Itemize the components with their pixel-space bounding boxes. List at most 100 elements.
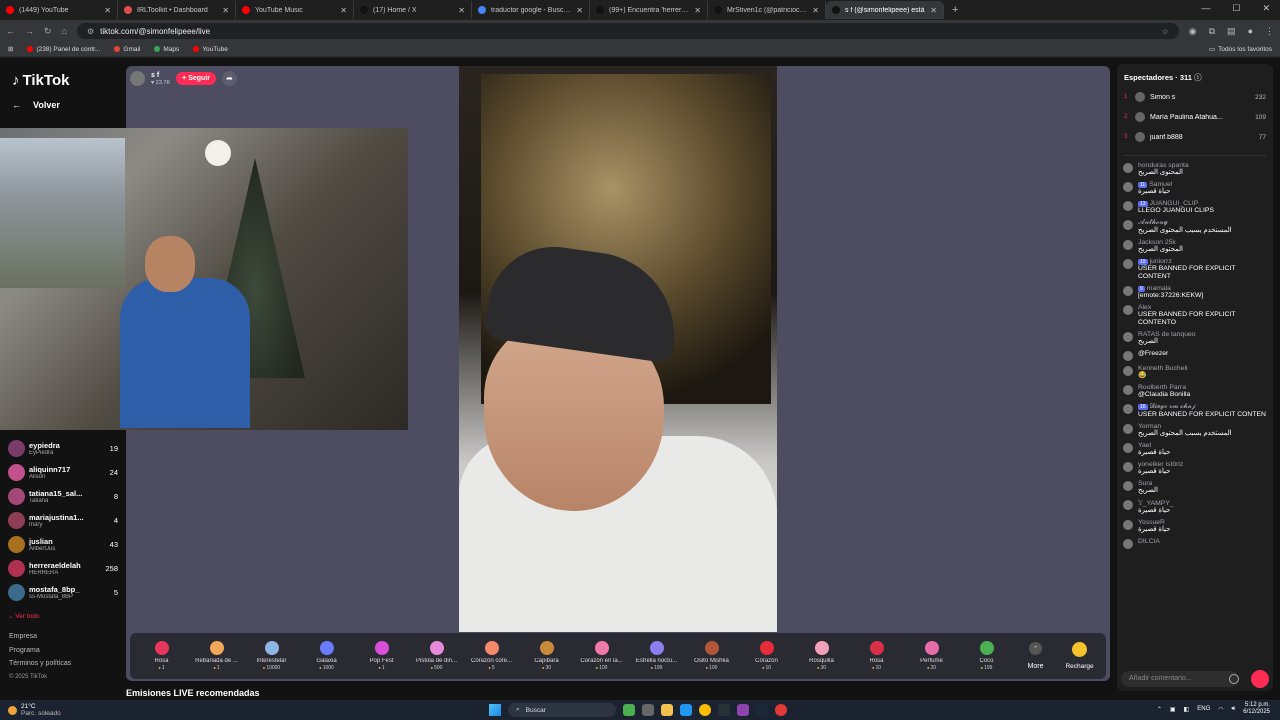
chat-username[interactable]: RATAS de tanqueo: [1138, 331, 1267, 338]
recording-app-icon[interactable]: [775, 704, 787, 716]
comment-input[interactable]: Añadir comentario...: [1121, 671, 1239, 687]
close-tab-icon[interactable]: ✕: [458, 6, 465, 15]
gift-item[interactable]: Rosa10: [849, 641, 904, 671]
info-icon[interactable]: ⓘ: [1194, 73, 1202, 82]
chat-username[interactable]: yoneiker istöriz: [1138, 461, 1267, 468]
chat-username[interactable]: 11 Samuel: [1138, 181, 1267, 188]
url-input[interactable]: ⚙ tiktok.com/@simonfelipeee/live ☆: [76, 23, 1179, 39]
weather-widget[interactable]: 21°C Parc. soleado: [0, 703, 61, 717]
edge-icon[interactable]: [680, 704, 692, 716]
chat-username[interactable]: honduras spanta: [1138, 162, 1267, 169]
terminal-icon[interactable]: [718, 704, 730, 716]
windows-start-icon[interactable]: [489, 704, 501, 716]
back-button[interactable]: ← Volver: [12, 100, 60, 110]
chat-username[interactable]: YossueR: [1138, 519, 1267, 526]
viewer-row[interactable]: aliquinn717 Alison 24: [0, 460, 126, 484]
extensions-puzzle-icon[interactable]: ⧉: [1209, 26, 1215, 37]
recharge-button[interactable]: Recharge: [1057, 642, 1102, 670]
chat-username[interactable]: Yael: [1138, 442, 1267, 449]
chat-avatar[interactable]: [1123, 539, 1133, 549]
follow-button[interactable]: + Seguir: [176, 72, 216, 85]
gift-item[interactable]: Pistola de din...500: [409, 641, 464, 671]
gift-item[interactable]: Galaxia1000: [299, 641, 354, 671]
viewer-row[interactable]: juslian AllbertJus 43: [0, 532, 126, 556]
gift-item[interactable]: Corazón10: [739, 641, 794, 671]
chat-username[interactable]: Kenneth Bucheli: [1138, 365, 1267, 372]
sidebar-icon[interactable]: ▤: [1227, 26, 1236, 37]
top-viewer-row[interactable]: 1 Simon s 232: [1117, 87, 1273, 107]
chat-avatar[interactable]: [1123, 286, 1133, 296]
gift-item[interactable]: Rosquilla30: [794, 641, 849, 671]
chat-avatar[interactable]: [1123, 366, 1133, 376]
chat-avatar[interactable]: [1123, 462, 1133, 472]
gift-item[interactable]: Corazón en la...100: [574, 641, 629, 671]
footer-link-empresa[interactable]: Empresa: [9, 630, 71, 644]
close-tab-icon[interactable]: ✕: [340, 6, 347, 15]
chat-username[interactable]: 9 mamala: [1138, 285, 1267, 292]
footer-link-terminos[interactable]: Términos y políticas: [9, 657, 71, 671]
bookmark-item[interactable]: Maps: [154, 46, 179, 53]
chat-username[interactable]: Yorman: [1138, 423, 1267, 430]
share-icon[interactable]: ➦: [222, 71, 237, 86]
heart-like-button[interactable]: [1251, 670, 1269, 688]
tray-app-icon-2[interactable]: ◧: [1184, 706, 1190, 713]
chat-username[interactable]: DILCIA: [1138, 538, 1267, 545]
chat-avatar[interactable]: [1123, 163, 1133, 173]
chat-username[interactable]: 𝕐_YAMPY_: [1138, 499, 1267, 507]
chat-avatar[interactable]: [1123, 351, 1133, 361]
close-tab-icon[interactable]: ✕: [104, 6, 111, 15]
volume-icon[interactable]: 🔊︎: [1232, 706, 1236, 713]
browser-tab[interactable]: (17) Home / X ✕: [354, 1, 472, 19]
close-tab-icon[interactable]: ✕: [812, 6, 819, 15]
app-icon[interactable]: [737, 704, 749, 716]
close-window-icon[interactable]: ✕: [1262, 3, 1270, 14]
chat-username[interactable]: 𝓐𝓷𝓽𝓱𝓸𝓷𝔂: [1138, 219, 1267, 227]
chat-avatar[interactable]: [1123, 332, 1133, 342]
new-tab-button[interactable]: +: [952, 4, 958, 16]
gift-item[interactable]: Capibara30: [519, 641, 574, 671]
gift-item[interactable]: Rebanada de ...1: [189, 641, 244, 671]
browser-tab[interactable]: traductor google - Buscar con G ✕: [472, 1, 590, 19]
chevron-up-tray-icon[interactable]: ⌃: [1157, 706, 1162, 713]
gift-item[interactable]: Corazón core...5: [464, 641, 519, 671]
browser-tab[interactable]: (1449) YouTube ✕: [0, 1, 118, 19]
back-nav-icon[interactable]: ←: [6, 26, 15, 36]
chat-username[interactable]: 13 JUANGUI_CLIP: [1138, 200, 1267, 207]
browser-tab[interactable]: (99+) Encuentra 'herrera' en Tik ✕: [590, 1, 708, 19]
close-tab-icon[interactable]: ✕: [930, 6, 937, 15]
tray-app-icon[interactable]: ▣: [1170, 706, 1176, 713]
profile-avatar-icon[interactable]: ●: [1248, 26, 1253, 37]
tiktok-logo[interactable]: ♪ TikTok: [12, 72, 69, 89]
chrome-icon[interactable]: [699, 704, 711, 716]
top-viewer-row[interactable]: 2 María Paulina Atahua... 109: [1117, 107, 1273, 127]
chat-avatar[interactable]: [1123, 240, 1133, 250]
chat-avatar[interactable]: [1123, 385, 1133, 395]
home-icon[interactable]: ⌂: [62, 26, 67, 36]
chat-avatar[interactable]: [1123, 520, 1133, 530]
steam-icon[interactable]: [756, 704, 768, 716]
widgets-app-icon[interactable]: [623, 704, 635, 716]
ver-todo-link[interactable]: ⌄ Ver todo: [0, 610, 47, 622]
gift-item[interactable]: Interestelar10000: [244, 641, 299, 671]
gift-item[interactable]: Perfume20: [904, 641, 959, 671]
file-explorer-icon[interactable]: [661, 704, 673, 716]
emoji-icon[interactable]: [1229, 674, 1239, 684]
chat-username[interactable]: Roolberth Parra: [1138, 384, 1267, 391]
apps-grid-icon[interactable]: ⊞: [8, 45, 13, 53]
browser-tab[interactable]: YouTube Music ✕: [236, 1, 354, 19]
gift-item[interactable]: Rosa1: [134, 641, 189, 671]
reload-icon[interactable]: ↻: [44, 26, 52, 37]
close-tab-icon[interactable]: ✕: [576, 6, 583, 15]
bookmark-star-icon[interactable]: ☆: [1162, 27, 1169, 36]
gift-item[interactable]: Estrella noctu...199: [629, 641, 684, 671]
chat-avatar[interactable]: [1123, 220, 1133, 230]
viewer-row[interactable]: herreraeldelah HERRERA 258: [0, 556, 126, 580]
main-live-video[interactable]: [459, 66, 777, 632]
gift-item[interactable]: Coco199: [959, 641, 1014, 671]
bookmark-item[interactable]: YouTube: [193, 46, 228, 53]
site-info-icon[interactable]: ⚙: [87, 27, 94, 36]
wifi-icon[interactable]: ◠: [1218, 706, 1223, 713]
browser-tab[interactable]: s f (@simonfelipeee) está ✕: [826, 1, 944, 19]
menu-kebab-icon[interactable]: ⋮: [1265, 26, 1274, 37]
gift-item[interactable]: Pop Fest1: [354, 641, 409, 671]
